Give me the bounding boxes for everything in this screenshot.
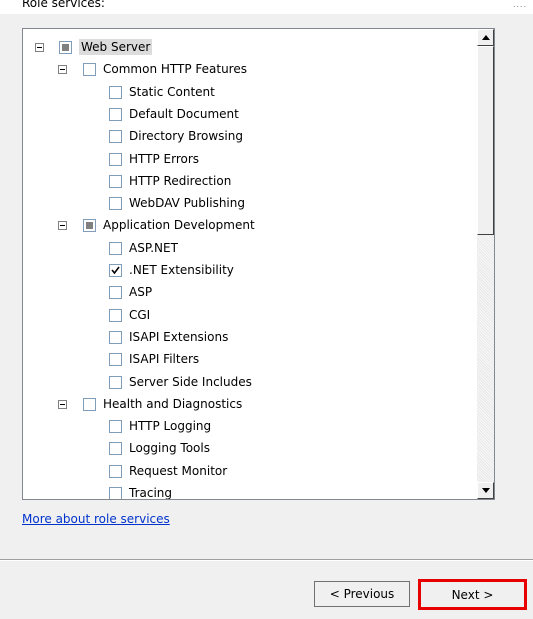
tree-item-label: Logging Tools — [129, 441, 210, 456]
collapse-icon[interactable] — [58, 221, 67, 231]
tree-item-label: Default Document — [129, 106, 239, 121]
tree-row[interactable]: ASP.NET — [23, 238, 473, 258]
collapse-icon[interactable] — [58, 65, 67, 75]
checkbox[interactable] — [109, 464, 122, 478]
tree-item-label: CGI — [129, 307, 151, 322]
tree-row[interactable]: HTTP Redirection — [23, 171, 473, 191]
checkbox[interactable] — [83, 397, 96, 411]
tree-item-label: Web Server — [79, 39, 153, 55]
collapse-icon[interactable] — [35, 43, 44, 52]
tree-item-label: HTTP Logging — [129, 419, 212, 434]
tree-row[interactable]: Logging Tools — [23, 438, 473, 458]
corner-truncated-text: .... — [512, 0, 527, 9]
tree-row[interactable]: Health and Diagnostics — [23, 394, 473, 414]
checkbox[interactable] — [83, 219, 96, 233]
tree-item-label: HTTP Redirection — [129, 173, 232, 188]
tree-item-label: ASP — [129, 285, 153, 300]
tree-row[interactable]: ISAPI Filters — [23, 349, 473, 369]
tree-row[interactable]: Static Content — [23, 82, 473, 102]
tree-scrollbar[interactable] — [477, 29, 494, 499]
checkbox[interactable] — [109, 442, 122, 456]
checkbox[interactable] — [109, 487, 122, 499]
tree-row[interactable]: Web Server — [23, 37, 473, 57]
tree-item-label: ASP.NET — [129, 240, 178, 255]
checkbox[interactable] — [109, 353, 122, 367]
tree-item-label: .NET Extensibility — [129, 263, 234, 277]
tree-row[interactable]: ISAPI Extensions — [23, 327, 473, 347]
tree-item-label: WebDAV Publishing — [129, 196, 245, 211]
collapse-icon[interactable] — [58, 399, 67, 409]
scroll-up-button[interactable] — [477, 29, 494, 46]
footer-divider — [0, 559, 533, 561]
tree-item-label: Server Side Includes — [129, 374, 252, 389]
role-services-label: Role services: — [22, 0, 105, 10]
tree-item-label: HTTP Errors — [129, 151, 200, 166]
checkbox[interactable] — [109, 241, 122, 255]
tree-row[interactable]: Tracing — [23, 483, 473, 500]
checkbox[interactable] — [109, 174, 122, 188]
scroll-thumb[interactable] — [477, 46, 494, 235]
tree-item-label: Static Content — [129, 84, 215, 99]
arrow-down-icon — [482, 488, 490, 493]
scroll-down-button[interactable] — [477, 482, 494, 499]
tree-row[interactable]: HTTP Errors — [23, 149, 473, 169]
tree-item-label: Tracing — [129, 486, 173, 500]
checkbox[interactable] — [109, 286, 122, 300]
checkbox[interactable] — [109, 420, 122, 434]
tree-item-label: ISAPI Extensions — [129, 329, 229, 344]
tree-row[interactable]: CGI — [23, 305, 473, 325]
tree-row[interactable]: WebDAV Publishing — [23, 193, 473, 213]
checkbox[interactable] — [109, 308, 122, 322]
tree-row[interactable]: Default Document — [23, 104, 473, 124]
next-button[interactable]: Next > — [418, 579, 527, 610]
tree-row[interactable]: Directory Browsing — [23, 126, 473, 146]
tree-item-label: Application Development — [103, 218, 255, 233]
checkbox[interactable] — [59, 41, 72, 54]
tree-row[interactable]: Common HTTP Features — [23, 59, 473, 79]
checkbox[interactable] — [109, 152, 122, 166]
tree-row[interactable]: HTTP Logging — [23, 416, 473, 436]
checkbox[interactable] — [109, 330, 122, 344]
tree-row[interactable]: ASP — [23, 282, 473, 302]
checkmark-icon — [111, 266, 120, 275]
checkbox[interactable] — [109, 375, 122, 389]
tree-item-label: Common HTTP Features — [103, 62, 247, 77]
tree-row[interactable]: .NET Extensibility — [23, 260, 473, 280]
tree-row[interactable]: Application Development — [23, 215, 473, 235]
tree-item-label: Request Monitor — [129, 463, 228, 478]
checkbox[interactable] — [109, 130, 122, 144]
checkbox[interactable] — [83, 63, 96, 77]
role-services-tree[interactable]: Web Server Common HTTP Features Static Con… — [22, 28, 495, 500]
more-about-role-services-link[interactable]: More about role services — [22, 512, 170, 526]
arrow-up-icon — [482, 35, 490, 40]
tree-row[interactable]: Server Side Includes — [23, 372, 473, 392]
tree-row[interactable]: Request Monitor — [23, 461, 473, 481]
tree-item-label: Health and Diagnostics — [103, 396, 243, 411]
tree-item-label: ISAPI Filters — [129, 352, 200, 367]
checkbox[interactable] — [109, 107, 122, 121]
checkbox[interactable] — [109, 264, 122, 277]
previous-button[interactable]: < Previous — [314, 581, 410, 607]
checkbox[interactable] — [109, 85, 122, 99]
checkbox[interactable] — [109, 197, 122, 211]
tree-item-label: Directory Browsing — [129, 129, 243, 144]
